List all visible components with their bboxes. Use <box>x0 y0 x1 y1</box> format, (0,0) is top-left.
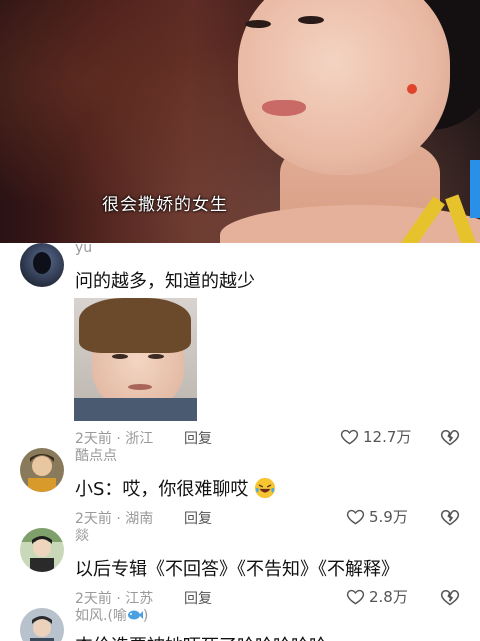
like-button[interactable]: 12.7万 <box>340 426 411 447</box>
avatar-image <box>20 243 64 287</box>
comment-text: 以后专辑《不回答》《不告知》《不解释》 <box>75 559 399 580</box>
dislike-icon[interactable] <box>440 587 460 607</box>
dislike-icon[interactable] <box>440 427 460 447</box>
reply-button[interactable]: 回复 <box>184 428 212 448</box>
comment-username[interactable]: 酷点点 <box>75 445 117 465</box>
comment-text: 杰伦选票被她吓死了哈哈哈哈哈 <box>75 632 327 641</box>
like-count: 2.8万 <box>369 588 408 606</box>
comment-username[interactable]: 如风.(喻) <box>75 605 148 625</box>
comment-text: 问的越多，知道的越少 <box>75 271 255 292</box>
avatar[interactable] <box>20 528 64 572</box>
heart-icon <box>340 429 359 445</box>
comment-username[interactable]: yu <box>75 243 92 256</box>
reply-button[interactable]: 回复 <box>184 508 212 528</box>
comment-text-content: 小S：哎，你很难聊哎 <box>75 479 249 500</box>
side-tab[interactable] <box>470 160 480 218</box>
like-count: 12.7万 <box>363 428 412 446</box>
avatar-image <box>20 608 64 641</box>
like-count: 5.9万 <box>369 508 408 526</box>
video-eye <box>245 20 271 28</box>
comment-username[interactable]: 燚 <box>75 525 89 545</box>
like-button[interactable]: 2.8万 <box>346 586 408 607</box>
heart-icon <box>346 589 365 605</box>
comment-image[interactable] <box>74 298 197 421</box>
comment-list: yu 问的越多，知道的越少 2天前 · 浙江 回复 12.7万 酷点点 小S：哎… <box>0 243 480 641</box>
avatar[interactable] <box>20 243 64 287</box>
avatar-image <box>20 448 64 492</box>
avatar[interactable] <box>20 608 64 641</box>
heart-icon <box>346 509 365 525</box>
video-subtitle: 很会撒娇的女生 <box>102 195 228 215</box>
video-eye <box>298 16 324 24</box>
avatar-image <box>20 528 64 572</box>
fish-icon <box>127 610 143 620</box>
avatar[interactable] <box>20 448 64 492</box>
dislike-icon[interactable] <box>440 507 460 527</box>
video-earring <box>407 84 417 94</box>
comment-text: 小S：哎，你很难聊哎 <box>75 475 276 501</box>
video-lips <box>262 100 306 116</box>
laughing-crying-face-icon <box>255 477 276 499</box>
video-player[interactable]: 很会撒娇的女生 <box>0 0 480 243</box>
reply-button[interactable]: 回复 <box>184 588 212 608</box>
like-button[interactable]: 5.9万 <box>346 506 408 527</box>
